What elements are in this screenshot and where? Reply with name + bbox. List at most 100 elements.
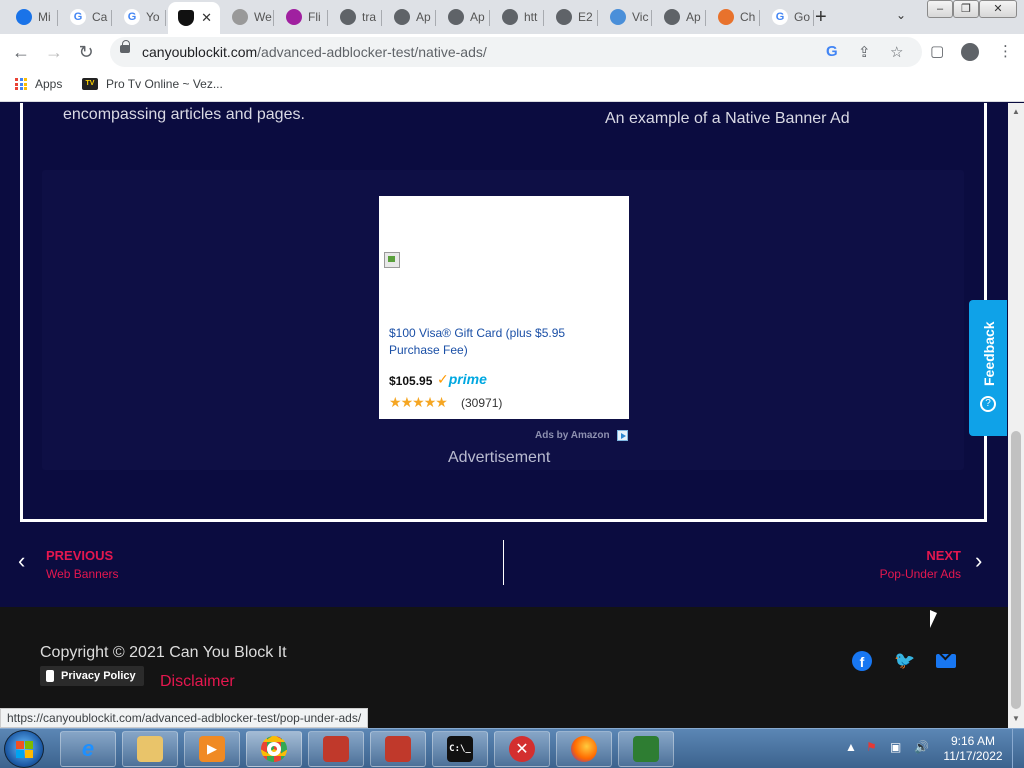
profile-avatar[interactable] [961,43,979,61]
terminal-icon: C:\_ [447,736,473,762]
show-desktop-button[interactable] [1012,729,1024,768]
browser-tab[interactable]: G Yo [114,4,166,30]
feedback-label: Feedback [981,321,997,386]
ad-caption: An example of a Native Banner Ad [605,110,850,127]
browser-tab[interactable]: E2 [546,4,598,30]
tab-separator [273,10,274,26]
tab-separator [705,10,706,26]
browser-tab[interactable]: We [222,4,274,30]
adchoices-icon[interactable] [617,430,628,441]
bookmark-apps[interactable]: Apps [15,77,62,91]
new-tab-button[interactable]: + [815,6,827,29]
network-icon[interactable]: ▣ [890,740,901,754]
tab-separator [327,10,328,26]
forward-button[interactable]: → [42,40,66,64]
facebook-icon[interactable]: f [852,651,872,671]
bookmarks-bar: Apps TV Pro Tv Online ~ Vez... [0,70,1024,102]
taskbar-toolbox-1[interactable] [308,731,364,767]
broken-image-icon[interactable] [384,252,400,268]
taskbar-error-app[interactable]: ✕ [494,731,550,767]
browser-tab[interactable]: Ap [438,4,490,30]
browser-tab[interactable]: Fli [276,4,328,30]
tab-search-icon[interactable]: ⌄ [896,8,906,22]
toolbox-icon [385,736,411,762]
previous-label[interactable]: PREVIOUS [46,548,113,563]
browser-tab[interactable]: htt [492,4,544,30]
scroll-down-icon[interactable]: ▼ [1012,714,1020,723]
tab-title: Vic [632,10,649,24]
tab-separator [543,10,544,26]
google-icon: G [70,9,86,25]
taskbar-toolbox-2[interactable] [370,731,426,767]
lock-icon[interactable] [120,40,130,53]
close-tab-icon[interactable]: ✕ [201,10,212,26]
star-icon: ★ [400,394,414,410]
taskbar-chrome[interactable] [246,731,302,767]
page-scrollbar[interactable]: ▲ ▼ [1008,103,1024,728]
tab-title: E2 [578,10,593,24]
tab-title: Fli [308,10,321,24]
taskbar-task-manager[interactable] [618,731,674,767]
tab-title: Ap [470,10,485,24]
start-button[interactable] [4,730,44,768]
taskbar-firefox[interactable] [556,731,612,767]
twitter-icon[interactable]: 🐦 [894,651,915,671]
bookmark-star-icon[interactable]: ☆ [890,43,903,61]
star-icon: ★ [423,394,437,410]
next-post-link[interactable]: Pop-Under Ads [880,567,961,581]
taskbar-explorer[interactable] [122,731,178,767]
tab-separator [111,10,112,26]
diamond-logo-icon [16,9,32,25]
chevron-right-icon[interactable]: › [975,548,982,574]
reload-button[interactable]: ↻ [74,40,98,64]
system-clock[interactable]: 9:16 AM 11/17/2022 [938,734,1008,764]
browser-tab[interactable]: Ch [708,4,760,30]
minimize-button[interactable]: – [927,0,953,18]
globe-icon [340,9,356,25]
browser-tab[interactable]: Ap [654,4,706,30]
ads-by-amazon[interactable]: Ads by Amazon [535,430,610,441]
google-lens-icon[interactable]: G [826,43,838,60]
browser-tab[interactable]: Mi [6,4,58,30]
volume-icon[interactable]: 🔊 [914,740,929,754]
browser-tab[interactable]: ✕ [168,2,220,34]
chevron-left-icon[interactable]: ‹ [18,548,25,574]
bookmark-protv[interactable]: TV Pro Tv Online ~ Vez... [82,77,223,91]
menu-kebab-icon[interactable]: ⋮ [998,42,1013,60]
flame-icon [286,9,302,25]
amazon-ad-card[interactable]: $100 Visa® Gift Card (plus $5.95 Purchas… [379,196,629,419]
tray-expand-icon[interactable]: ▲ [845,740,857,754]
review-count[interactable]: (30971) [461,396,502,410]
share-icon[interactable]: ⇪ [858,43,871,61]
feedback-tab[interactable]: Feedback ? [969,300,1007,436]
next-label[interactable]: NEXT [926,548,961,563]
taskbar-cmd[interactable]: C:\_ [432,731,488,767]
ad-product-title[interactable]: $100 Visa® Gift Card (plus $5.95 Purchas… [389,325,599,359]
previous-post-link[interactable]: Web Banners [46,567,119,581]
tab-title: Go [794,10,811,24]
browser-tab[interactable]: Vic [600,4,652,30]
globe-icon [448,9,464,25]
taskbar-internet-explorer[interactable]: e [60,731,116,767]
browser-tab[interactable]: G Go [762,4,814,30]
close-window-button[interactable]: ✕ [979,0,1017,18]
side-panel-icon[interactable]: ▢ [930,42,944,60]
browser-tab[interactable]: Ap [384,4,436,30]
scroll-up-icon[interactable]: ▲ [1012,107,1020,116]
taskbar-media-player[interactable]: ▶ [184,731,240,767]
rainbow-icon [718,9,734,25]
browser-tab[interactable]: G Ca [60,4,112,30]
back-button[interactable]: ← [9,40,33,64]
disclaimer-link[interactable]: Disclaimer [160,673,235,691]
scroll-thumb[interactable] [1011,431,1021,709]
tab-separator [435,10,436,26]
address-bar[interactable]: canyoublockit.com/advanced-adblocker-tes… [110,37,922,67]
action-center-flag-icon[interactable]: ⚑ [866,740,877,754]
email-icon[interactable] [936,654,956,668]
maximize-button[interactable]: ❐ [953,0,979,18]
tab-separator [597,10,598,26]
question-icon: ? [980,396,996,412]
privacy-policy-button[interactable]: Privacy Policy [40,666,144,686]
browser-tab[interactable]: tra [330,4,382,30]
url-text[interactable]: canyoublockit.com/advanced-adblocker-tes… [142,44,487,60]
